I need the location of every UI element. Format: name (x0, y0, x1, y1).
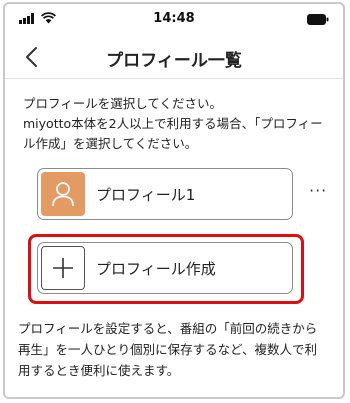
plus-icon (53, 258, 73, 278)
create-profile-label: プロフィール作成 (96, 260, 216, 278)
user-icon (52, 182, 74, 207)
profile-name: プロフィール1 (96, 186, 196, 204)
more-options-button[interactable]: ··· (309, 183, 327, 199)
intro-text: プロフィールを選択してください。 miyotto本体を2人以上で利用する場合、「… (23, 94, 335, 154)
intro-line: miyotto本体を2人以上で利用する場合、「プロフィー (23, 116, 323, 131)
status-bar: 14:48 (5, 4, 343, 32)
avatar (41, 172, 85, 216)
page-title: プロフィール一覧 (106, 51, 242, 71)
battery-icon (307, 14, 329, 25)
nav-bar: プロフィール一覧 (5, 36, 343, 79)
intro-line: ル作成」を選択してください。 (23, 136, 198, 151)
note-line: 再生」を一人ひとり個別に保存するなど、複数人で利 (18, 342, 318, 357)
status-time: 14:48 (153, 11, 195, 26)
note-text: プロフィールを設定すると、番組の「前回の続きから 再生」を一人ひとり個別に保存す… (18, 318, 330, 381)
profile-item-1[interactable]: プロフィール1 (37, 168, 293, 220)
note-line: 用するとき便利に使えます。 (18, 363, 180, 378)
note-line: プロフィールを設定すると、番組の「前回の続きから (18, 321, 318, 336)
plus-box (41, 246, 85, 290)
intro-line: プロフィールを選択してください。 (23, 96, 223, 111)
create-profile-button[interactable]: プロフィール作成 (37, 242, 293, 294)
